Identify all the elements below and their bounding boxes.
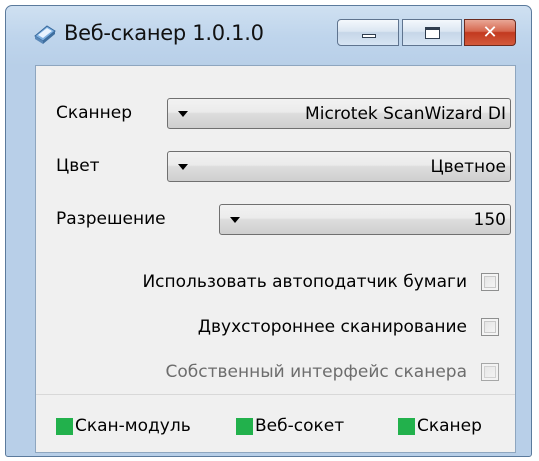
duplex-checkbox[interactable] [481, 318, 499, 336]
close-icon: ✕ [482, 22, 498, 43]
chevron-down-icon [178, 164, 188, 170]
close-button[interactable]: ✕ [464, 19, 516, 46]
minimize-icon [362, 34, 376, 38]
color-select[interactable]: Цветное [167, 151, 511, 182]
resolution-select-value: 150 [473, 210, 506, 230]
maximize-icon [425, 27, 440, 39]
scanner-label: Сканнер [56, 103, 133, 123]
status-indicator-icon [236, 418, 253, 435]
resolution-select[interactable]: 150 [219, 204, 511, 235]
scanner-select[interactable]: Microtek ScanWizard DI [167, 98, 511, 129]
status-bar: Скан-модуль Веб-сокет Сканер [36, 395, 515, 452]
chevron-down-icon [230, 217, 240, 223]
scanner-select-value: Microtek ScanWizard DI [305, 104, 506, 124]
chevron-down-icon [178, 111, 188, 117]
duplex-option[interactable]: Двухстороннее сканирование [36, 317, 505, 339]
native-ui-label: Собственный интерфейс сканера [165, 362, 467, 382]
auto-feeder-label: Использовать автоподатчик бумаги [142, 272, 467, 292]
status-scan-module-label: Скан-модуль [75, 416, 191, 436]
client-area: Сканнер Microtek ScanWizard DI Цвет Цвет… [35, 65, 516, 453]
color-select-value: Цветное [430, 157, 506, 177]
status-indicator-icon [56, 418, 73, 435]
auto-feeder-checkbox[interactable] [481, 273, 499, 291]
duplex-label: Двухстороннее сканирование [197, 317, 467, 337]
status-indicator-icon [398, 418, 415, 435]
window-title: Веб-сканер 1.0.1.0 [64, 21, 264, 45]
status-websocket-label: Веб-сокет [255, 416, 345, 436]
auto-feeder-option[interactable]: Использовать автоподатчик бумаги [36, 272, 505, 294]
title-bar[interactable]: Веб-сканер 1.0.1.0 ✕ [6, 6, 531, 58]
app-window: Веб-сканер 1.0.1.0 ✕ Сканнер Microtek Sc… [5, 5, 532, 457]
color-label: Цвет [56, 156, 100, 176]
native-ui-checkbox [481, 363, 499, 381]
scanner-app-icon [34, 25, 56, 44]
native-ui-option: Собственный интерфейс сканера [36, 362, 505, 384]
status-scanner-label: Сканер [417, 416, 482, 436]
maximize-button[interactable] [402, 19, 462, 46]
resolution-label: Разрешение [56, 209, 166, 229]
minimize-button[interactable] [337, 19, 399, 46]
